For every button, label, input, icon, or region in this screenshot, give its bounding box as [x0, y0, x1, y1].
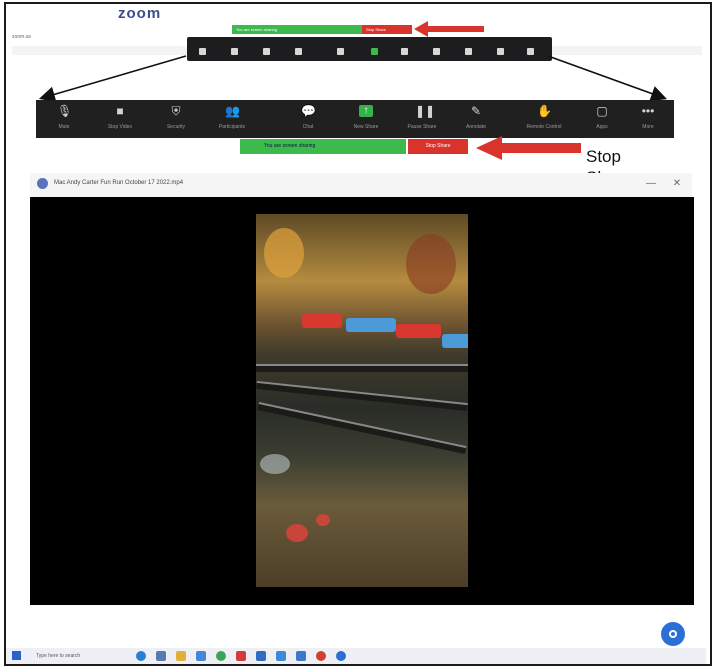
- taskbar-search-box[interactable]: Type here to search: [36, 651, 126, 661]
- pause-share-label: Pause Share: [407, 124, 437, 130]
- mini-security-icon[interactable]: [263, 48, 270, 55]
- video-light: [406, 234, 456, 294]
- video-frame: [256, 214, 468, 587]
- pause-icon: ❚❚: [415, 104, 436, 118]
- mini-more-icon[interactable]: [527, 48, 534, 55]
- sharing-status-text: You are screen sharing: [264, 143, 316, 149]
- participants-button[interactable]: 👥 Participants: [206, 103, 258, 130]
- close-button[interactable]: ✕: [670, 177, 684, 191]
- apps-icon: ▢: [596, 104, 608, 118]
- mini-annotate-icon[interactable]: [433, 48, 440, 55]
- mini-red-arrow-icon: [414, 21, 484, 37]
- app-icon[interactable]: [316, 651, 326, 661]
- settings-icon[interactable]: [296, 651, 306, 661]
- mini-video-icon[interactable]: [231, 48, 238, 55]
- app-icon[interactable]: [276, 651, 286, 661]
- annotate-button[interactable]: ✎ Annotate: [450, 103, 502, 130]
- toy-car: [346, 318, 396, 332]
- security-button[interactable]: ⛨ Security: [150, 103, 202, 130]
- edge-icon[interactable]: [196, 651, 206, 661]
- remote-control-button[interactable]: ✋ Remote Control: [518, 103, 570, 130]
- screen-sharing-banner[interactable]: You are screen sharing: [240, 139, 406, 154]
- annotation-line-1: Stop: [586, 147, 621, 166]
- mini-share-text: You are screen sharing: [236, 27, 277, 32]
- chat-label: Chat: [302, 124, 314, 130]
- video-area[interactable]: [30, 197, 694, 605]
- more-button[interactable]: ••• More: [622, 103, 674, 130]
- minimize-button[interactable]: —: [644, 177, 658, 191]
- train-track: [256, 364, 468, 372]
- meeting-toolbar: 🎙 Mute ■ Stop Video ⛨ Security 👥 Participant…: [36, 100, 674, 138]
- new-share-label: New Share: [353, 124, 379, 130]
- participants-label: Participants: [218, 124, 246, 130]
- apps-label: Apps: [596, 124, 608, 130]
- video-light: [264, 228, 304, 278]
- security-label: Security: [166, 124, 186, 130]
- toy-car: [302, 314, 342, 328]
- media-player-icon: [37, 178, 48, 189]
- windows-taskbar: Type here to search: [6, 648, 706, 664]
- mini-remote-icon[interactable]: [465, 48, 472, 55]
- chrome-icon[interactable]: [216, 651, 226, 661]
- remote-control-label: Remote Control: [526, 124, 562, 130]
- chat-button[interactable]: 💬 Chat: [282, 103, 334, 130]
- participants-icon: 👥: [225, 104, 240, 118]
- zoom-icon[interactable]: [336, 651, 346, 661]
- windows-start-icon[interactable]: [12, 651, 21, 660]
- pause-share-button[interactable]: ❚❚ Pause Share: [396, 103, 448, 130]
- stop-video-button[interactable]: ■ Stop Video: [94, 103, 146, 130]
- apps-button[interactable]: ▢ Apps: [576, 103, 628, 130]
- more-label: More: [642, 124, 654, 130]
- mini-share-icon[interactable]: [371, 48, 378, 55]
- mini-url-text: zoom.us: [12, 34, 31, 40]
- mini-meeting-toolbar: [187, 37, 552, 61]
- video-light: [260, 454, 290, 474]
- mini-browser-icons: [586, 33, 696, 43]
- system-tray[interactable]: [572, 651, 702, 661]
- mini-chat-icon[interactable]: [337, 48, 344, 55]
- microphone-icon: 🎙: [57, 104, 73, 118]
- remote-control-icon: ✋: [537, 104, 552, 118]
- circle-icon: [669, 630, 677, 638]
- mini-mic-icon[interactable]: [199, 48, 206, 55]
- mini-stop-share-button[interactable]: Stop Share: [362, 25, 412, 34]
- mute-label: Mute: [58, 124, 70, 130]
- task-view-icon[interactable]: [156, 651, 166, 661]
- file-explorer-icon[interactable]: [176, 651, 186, 661]
- mini-stop-text: Stop Share: [366, 27, 387, 32]
- shield-icon: ⛨: [171, 104, 181, 118]
- annotate-label: Annotate: [465, 124, 487, 130]
- mini-apps-icon[interactable]: [497, 48, 504, 55]
- floating-chat-button[interactable]: [661, 622, 685, 646]
- zoom-logo: zoom: [118, 5, 162, 22]
- stop-video-label: Stop Video: [107, 124, 133, 130]
- chat-icon: 💬: [301, 104, 316, 118]
- video-window-title: Mac Andy Carter Fun Run October 17 2022.…: [54, 180, 184, 186]
- train-track: [256, 380, 468, 412]
- taskbar-search-text: Type here to search: [36, 653, 81, 659]
- mail-icon[interactable]: [256, 651, 266, 661]
- mute-button[interactable]: 🎙 Mute: [38, 103, 90, 130]
- stop-share-button[interactable]: Stop Share: [408, 139, 468, 154]
- toy-house: [286, 524, 308, 542]
- toy-house: [316, 514, 330, 526]
- mini-share-banner: You are screen sharing: [232, 25, 362, 34]
- app-icon[interactable]: [236, 651, 246, 661]
- new-share-button[interactable]: ↑ New Share: [340, 103, 392, 130]
- more-icon: •••: [641, 104, 655, 118]
- mini-pause-icon[interactable]: [401, 48, 408, 55]
- toy-car: [396, 324, 441, 338]
- red-arrow-icon: [476, 136, 581, 160]
- annotate-icon: ✎: [470, 104, 482, 118]
- mini-participants-icon[interactable]: [295, 48, 302, 55]
- stop-share-label: Stop Share: [425, 143, 451, 149]
- video-camera-icon: ■: [116, 104, 124, 118]
- train-track: [257, 402, 467, 454]
- share-screen-icon: ↑: [359, 105, 373, 117]
- video-window-titlebar: Mac Andy Carter Fun Run October 17 2022.…: [30, 173, 692, 198]
- cortana-icon[interactable]: [136, 651, 146, 661]
- toy-car: [442, 334, 468, 348]
